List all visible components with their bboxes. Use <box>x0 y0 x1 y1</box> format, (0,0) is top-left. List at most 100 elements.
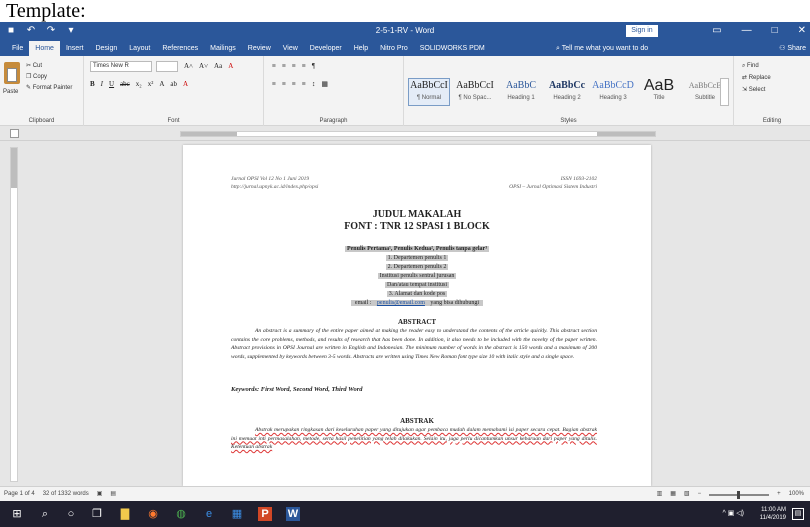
italic-icon[interactable]: I <box>101 80 103 89</box>
tab-nitro-pro[interactable]: Nitro Pro <box>374 41 414 56</box>
tab-insert[interactable]: Insert <box>60 41 90 56</box>
tab-selector[interactable] <box>10 129 19 138</box>
store-icon[interactable]: ▦ <box>230 507 244 521</box>
align-left-icon[interactable]: ≡ <box>272 80 276 89</box>
bold-icon[interactable]: B <box>90 80 95 89</box>
borders-icon[interactable]: ▦ <box>321 80 328 89</box>
clear-formatting-icon[interactable]: A <box>228 62 233 71</box>
web-layout-icon[interactable]: ▧ <box>684 487 690 502</box>
customize-icon[interactable]: ▾ <box>66 25 76 37</box>
edge-icon[interactable]: e <box>202 507 216 521</box>
minimize-icon[interactable]: — <box>742 24 752 38</box>
multilevel-list-icon[interactable]: ≡ <box>292 62 296 71</box>
find-button[interactable]: ⌕ Find <box>742 62 759 70</box>
tab-solidworks-pdm[interactable]: SOLIDWORKS PDM <box>414 41 491 56</box>
ribbon-display-icon[interactable]: ▭ <box>712 24 721 38</box>
font-color-icon[interactable]: A <box>183 80 188 89</box>
word-icon[interactable]: W <box>286 507 300 521</box>
file-explorer-icon[interactable]: ▇ <box>118 507 132 521</box>
replace-button[interactable]: ⇄ Replace <box>742 74 771 82</box>
system-tray-icons[interactable]: ^ ▣ ◁) <box>722 509 744 517</box>
tab-mailings[interactable]: Mailings <box>204 41 242 56</box>
sort-icon[interactable]: ≡ <box>302 62 306 71</box>
tab-developer[interactable]: Developer <box>304 41 348 56</box>
copy-button[interactable]: ❐ Copy <box>26 73 47 81</box>
tab-home[interactable]: Home <box>29 41 60 56</box>
style-title[interactable]: AaB Title <box>638 78 680 106</box>
windows-icon[interactable]: ⊞ <box>10 507 24 521</box>
save-icon[interactable]: ■ <box>6 25 16 37</box>
highlight-icon[interactable]: ab <box>170 80 177 89</box>
task-view-icon[interactable]: ❐ <box>90 507 104 521</box>
clock[interactable]: 11:00 AM 11/4/2019 <box>760 506 786 522</box>
change-case-icon[interactable]: Aa <box>214 62 222 71</box>
cortana-icon[interactable]: ○ <box>64 507 78 521</box>
search-icon[interactable]: ⌕ <box>38 507 52 521</box>
page-count[interactable]: Page 1 of 4 <box>4 487 35 502</box>
font-name-select[interactable]: Times New R <box>90 61 152 72</box>
style-heading-2[interactable]: AaBbCc Heading 2 <box>546 78 588 106</box>
strikethrough-icon[interactable]: abc <box>120 80 130 89</box>
zoom-slider[interactable] <box>709 490 770 499</box>
style-normal[interactable]: AaBbCcI ¶ Normal <box>408 78 450 106</box>
firefox-icon[interactable]: ◉ <box>146 507 160 521</box>
quick-access-toolbar: ■ ↶ ↷ ▾ <box>6 25 76 37</box>
maximize-icon[interactable]: □ <box>772 24 778 38</box>
paste-button[interactable]: Paste <box>3 88 18 96</box>
zoom-in-icon[interactable]: + <box>777 487 781 502</box>
tab-references[interactable]: References <box>156 41 204 56</box>
proofing-icon[interactable]: ▣ <box>97 487 103 502</box>
close-icon[interactable]: ✕ <box>798 24 806 38</box>
tab-view[interactable]: View <box>277 41 304 56</box>
text-effects-icon[interactable]: A <box>159 80 164 89</box>
paste-icon[interactable] <box>4 62 20 84</box>
justify-icon[interactable]: ≡ <box>302 80 306 89</box>
share-button[interactable]: ⚇ Share <box>779 41 806 56</box>
sign-in-button[interactable]: Sign in <box>626 25 658 37</box>
numbering-icon[interactable]: ≡ <box>282 62 286 71</box>
line-spacing-icon[interactable]: ↕ <box>312 80 316 89</box>
font-size-select[interactable] <box>156 61 178 72</box>
shrink-font-icon[interactable]: A˅ <box>199 62 208 71</box>
affiliation-text: 2. Departemen penulis 2 <box>385 264 449 270</box>
tab-file[interactable]: File <box>6 41 29 56</box>
cut-button[interactable]: ✂ Cut <box>26 62 42 70</box>
paragraph-row-2: ≡ ≡ ≡ ≡ ↕ ▦ <box>272 80 328 89</box>
superscript-icon[interactable]: x² <box>148 80 154 89</box>
format-painter-button[interactable]: ✎ Format Painter <box>26 84 72 92</box>
tab-review[interactable]: Review <box>242 41 277 56</box>
print-layout-icon[interactable]: ▦ <box>670 487 676 502</box>
powerpoint-icon[interactable]: P <box>258 507 272 521</box>
tab-help[interactable]: Help <box>348 41 374 56</box>
zoom-level[interactable]: 100% <box>789 487 804 502</box>
style-heading-3[interactable]: AaBbCcD Heading 3 <box>592 78 634 106</box>
ruler-bar[interactable] <box>180 131 656 137</box>
grow-font-icon[interactable]: A˄ <box>184 62 193 71</box>
chrome-icon[interactable]: ◍ <box>174 507 188 521</box>
undo-icon[interactable]: ↶ <box>26 25 36 37</box>
underline-icon[interactable]: U <box>109 80 114 89</box>
zoom-out-icon[interactable]: − <box>698 487 702 502</box>
subscript-icon[interactable]: x₂ <box>136 80 142 89</box>
style-no-spacing[interactable]: AaBbCcI ¶ No Spac... <box>454 78 496 106</box>
macro-record-icon[interactable]: ▤ <box>110 487 116 502</box>
align-right-icon[interactable]: ≡ <box>292 80 296 89</box>
email-link[interactable]: penulis@email.com <box>374 300 427 306</box>
select-button[interactable]: ⇲ Select <box>742 86 765 94</box>
word-count[interactable]: 32 of 1332 words <box>43 487 89 502</box>
document-page[interactable]: Jurnal OPSI Vol 12 No 1 Juni 2019 http:/… <box>183 145 651 486</box>
editing-label: Editing <box>762 118 782 124</box>
notification-icon[interactable]: ▤ <box>792 508 804 520</box>
scissors-icon: ✂ <box>26 63 33 69</box>
tab-layout[interactable]: Layout <box>123 41 156 56</box>
tell-me-search[interactable]: ⌕ Tell me what you want to do <box>556 41 648 56</box>
show-marks-icon[interactable]: ¶ <box>312 62 315 71</box>
align-center-icon[interactable]: ≡ <box>282 80 286 89</box>
styles-gallery-scroll[interactable] <box>720 78 729 106</box>
style-sample: AaBbCcI <box>456 80 494 91</box>
redo-icon[interactable]: ↷ <box>46 25 56 37</box>
tab-design[interactable]: Design <box>89 41 123 56</box>
bullets-icon[interactable]: ≡ <box>272 62 276 71</box>
style-heading-1[interactable]: AaBbC Heading 1 <box>500 78 542 106</box>
read-mode-icon[interactable]: ▥ <box>657 487 663 502</box>
